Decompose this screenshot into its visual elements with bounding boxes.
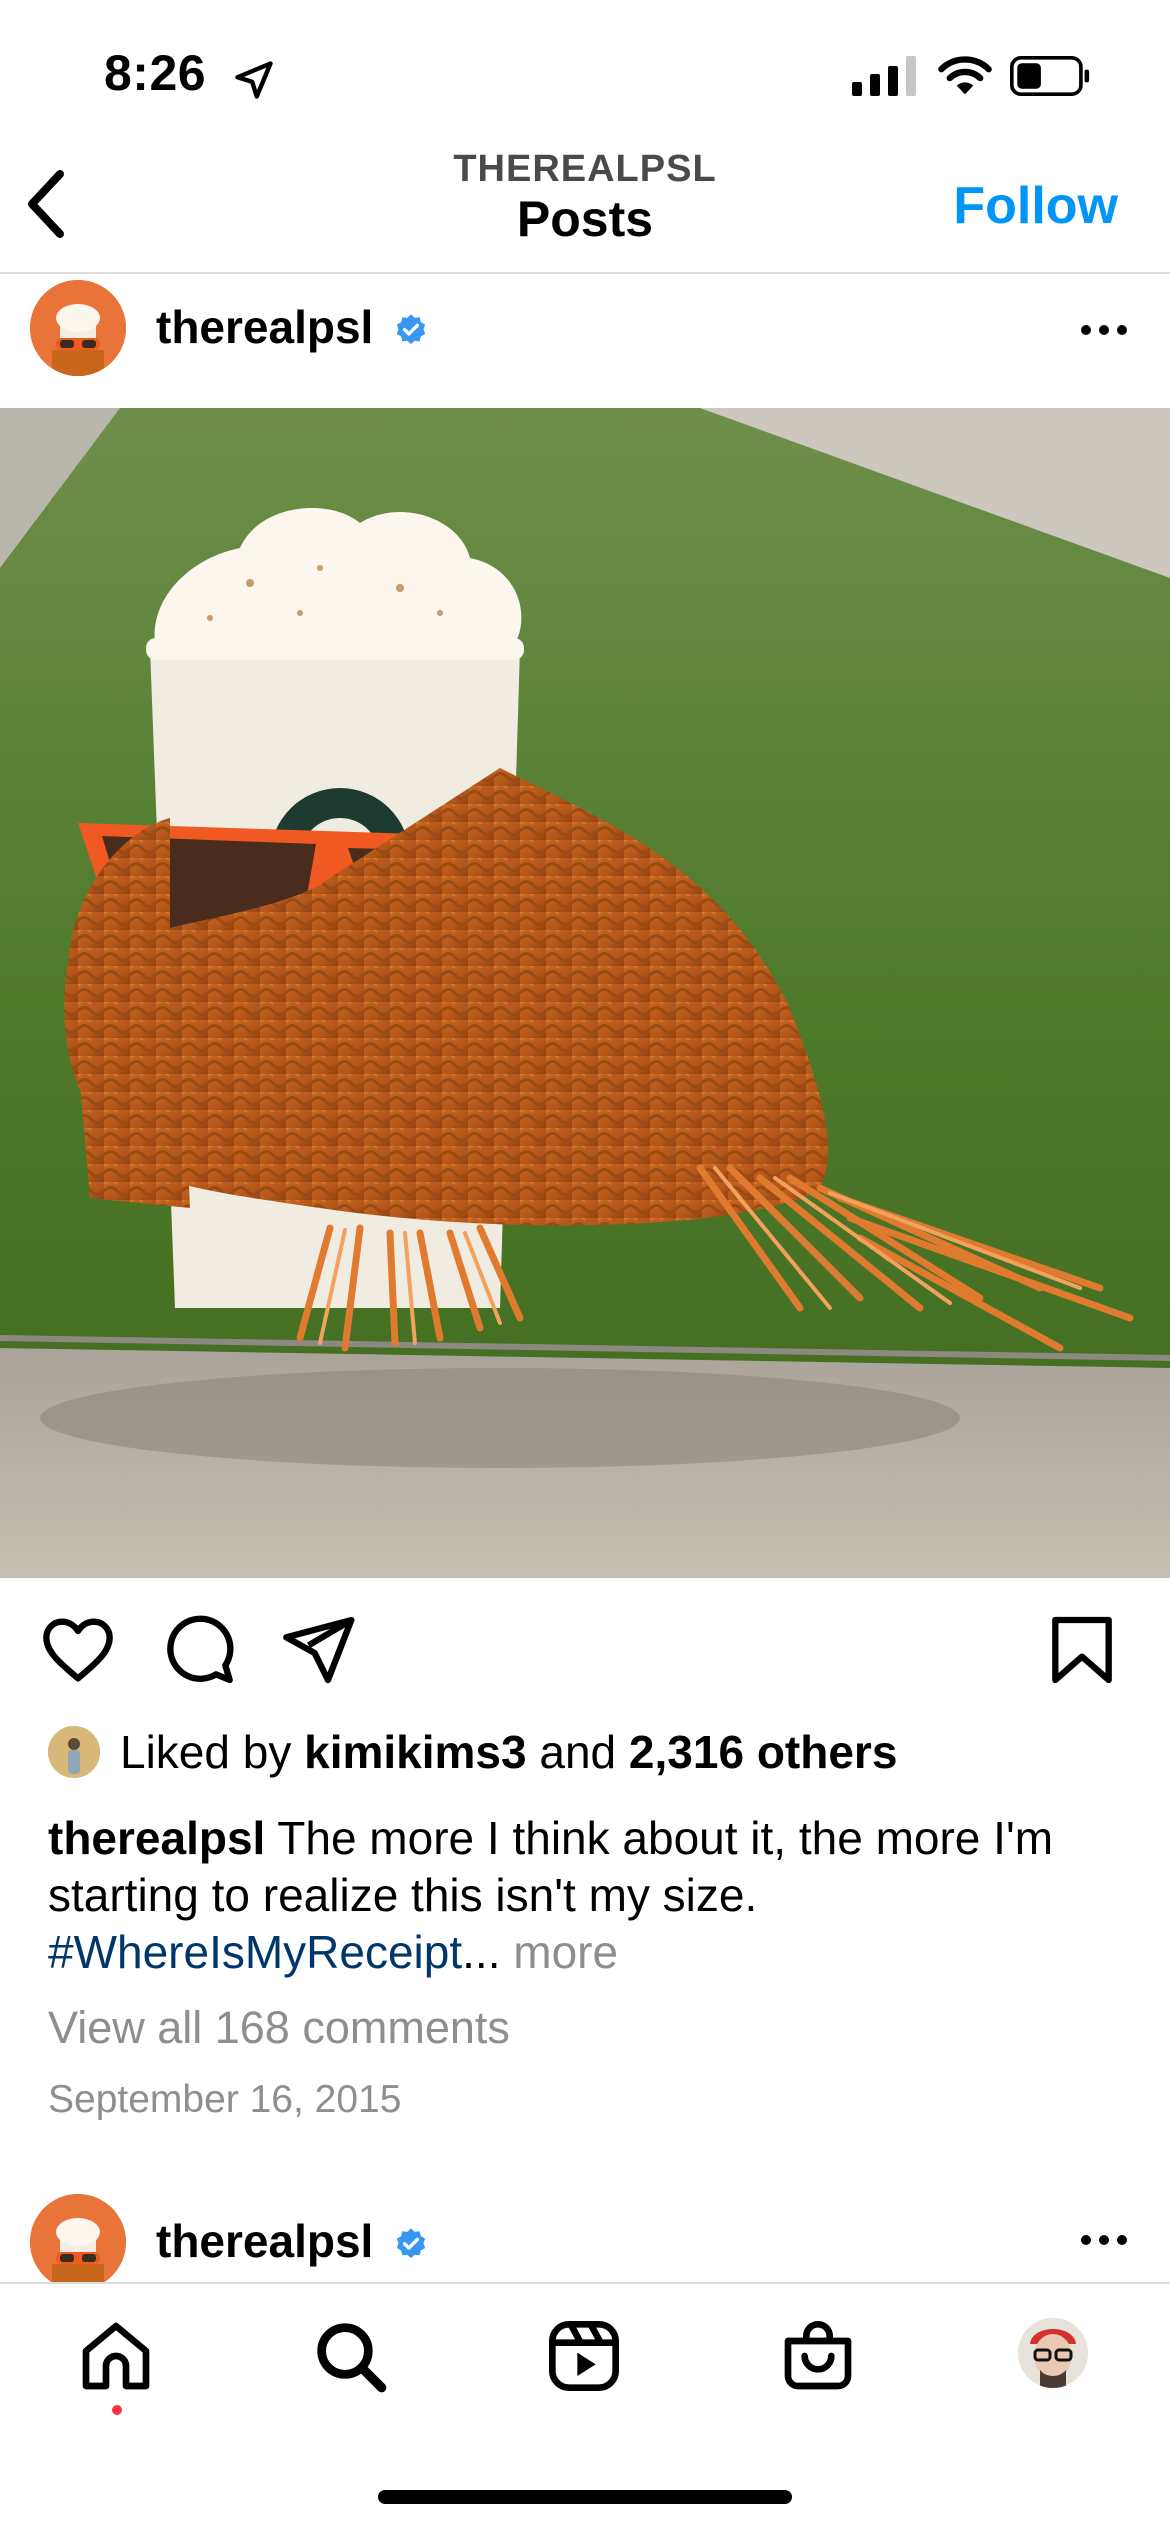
location-arrow-icon xyxy=(235,61,273,99)
more-options-icon[interactable] xyxy=(1078,320,1130,340)
liked-by-and: and xyxy=(526,1726,629,1778)
post-date: September 16, 2015 xyxy=(48,2078,402,2121)
post-username[interactable]: therealpsl xyxy=(156,300,373,354)
share-icon[interactable] xyxy=(278,1610,358,1690)
caption-ellipsis: ... xyxy=(462,1926,501,1978)
like-heart-icon[interactable] xyxy=(38,1610,118,1690)
post-image[interactable] xyxy=(0,408,1170,1578)
likes-summary[interactable]: Liked by kimikims3 and 2,316 others xyxy=(48,1722,897,1782)
liked-by-user[interactable]: kimikims3 xyxy=(304,1725,526,1779)
caption-hashtag[interactable]: #WhereIsMyReceipt xyxy=(48,1926,462,1978)
view-comments-link[interactable]: View all 168 comments xyxy=(48,2002,510,2054)
battery-icon xyxy=(1009,56,1090,96)
liked-by-count[interactable]: 2,316 others xyxy=(629,1725,897,1779)
caption-username[interactable]: therealpsl xyxy=(48,1812,265,1864)
profile-tab-avatar[interactable] xyxy=(1018,2318,1088,2388)
status-time: 8:26 xyxy=(104,45,207,101)
more-link[interactable]: more xyxy=(500,1926,618,1978)
next-post-avatar[interactable] xyxy=(30,2194,126,2290)
shop-icon[interactable] xyxy=(778,2316,858,2396)
bookmark-icon[interactable] xyxy=(1042,1610,1122,1690)
verified-badge-icon xyxy=(396,314,426,345)
signal-icon xyxy=(852,56,916,96)
home-icon[interactable] xyxy=(76,2316,156,2396)
comment-icon[interactable] xyxy=(158,1610,238,1690)
next-post-more-icon[interactable] xyxy=(1078,2230,1130,2250)
search-icon[interactable] xyxy=(310,2316,390,2396)
wifi-icon xyxy=(938,56,992,95)
next-post-verified-icon xyxy=(396,2228,426,2259)
liker-avatar xyxy=(48,1726,100,1778)
liked-by-prefix: Liked by xyxy=(120,1726,305,1778)
post-avatar[interactable] xyxy=(30,280,126,376)
home-notification-dot xyxy=(112,2405,122,2415)
post-caption: therealpsl The more I think about it, th… xyxy=(48,1810,1138,1981)
next-post-username[interactable]: therealpsl xyxy=(156,2214,373,2268)
follow-button[interactable]: Follow xyxy=(953,176,1118,236)
reels-icon[interactable] xyxy=(544,2316,624,2396)
header-divider xyxy=(0,272,1170,274)
home-indicator xyxy=(378,2490,792,2504)
